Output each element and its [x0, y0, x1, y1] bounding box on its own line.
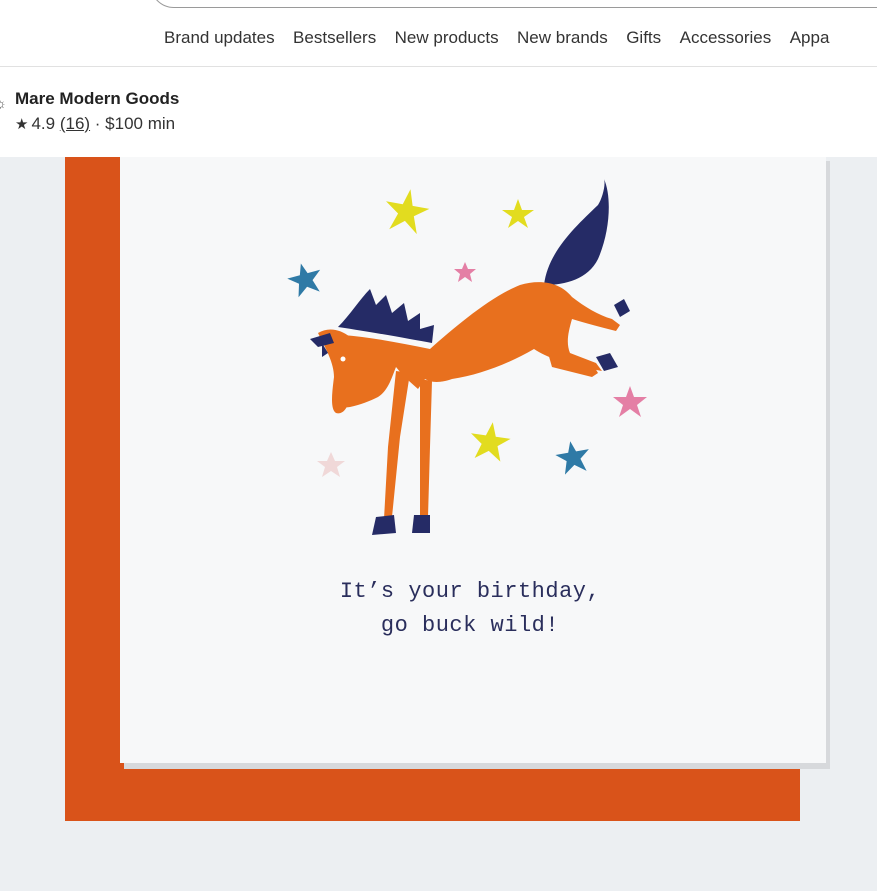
- review-count-link[interactable]: (16): [60, 114, 90, 133]
- nav-apparel[interactable]: Appa: [790, 26, 830, 50]
- brand-name-link[interactable]: Mare Modern Goods: [15, 89, 179, 109]
- card-message-line-1: It’s your birthday,: [339, 579, 601, 604]
- nav-accessories[interactable]: Accessories: [680, 26, 772, 50]
- product-image-art: [65, 157, 830, 821]
- horse-hoof-2: [412, 515, 430, 533]
- nav-new-products[interactable]: New products: [395, 26, 499, 50]
- nav-gifts[interactable]: Gifts: [626, 26, 661, 50]
- category-nav: Brand updates Bestsellers New products N…: [164, 26, 877, 52]
- nav-new-brands[interactable]: New brands: [517, 26, 608, 50]
- star-icon: ★: [15, 116, 29, 133]
- greeting-card: [120, 157, 826, 763]
- nav-bestsellers[interactable]: Bestsellers: [293, 26, 376, 50]
- brand-logo-icon[interactable]: ☼: [0, 96, 7, 124]
- brand-meta: ★ 4.9 (16) · $100 min: [15, 114, 175, 134]
- nav-brand-updates[interactable]: Brand updates: [164, 26, 275, 50]
- brand-minimum: $100 min: [105, 114, 176, 133]
- header-divider: [0, 66, 877, 67]
- meta-separator: ·: [90, 114, 106, 133]
- product-image[interactable]: It’s your birthday, go buck wild!: [0, 157, 877, 891]
- horse-eye: [340, 356, 346, 362]
- card-message-line-2: go buck wild!: [380, 613, 560, 638]
- search-bar[interactable]: [150, 0, 877, 8]
- brand-rating: 4.9: [31, 114, 56, 133]
